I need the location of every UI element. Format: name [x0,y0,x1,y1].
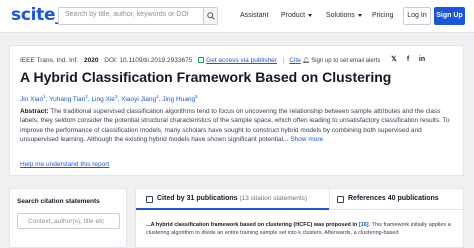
signup-button[interactable]: Sign Up [434,7,465,25]
tab-references[interactable]: References 40 publications [329,189,465,210]
twitter-icon[interactable]: 𝕏 [390,56,398,64]
show-more-link[interactable]: Show more [290,136,323,143]
citation-search-placeholder: Context, author(s), title etc [28,218,105,225]
nav-assistant[interactable]: Assistant [240,12,268,19]
nav-pricing[interactable]: Pricing [372,12,393,19]
bell-icon: 🔔︎ [302,58,310,64]
abstract-text: The traditional supervised classificatio… [20,108,450,143]
author-link[interactable]: Yuhang Tian2 [49,94,88,103]
publication-year: 2020 [83,57,99,64]
help-understand-link[interactable]: Help me understand this report [20,161,109,168]
top-navigation-bar: scite_ Search by title, author, keywords… [0,0,474,33]
references-icon [337,196,344,203]
author-link[interactable]: Jin Xiao1 [20,94,46,103]
citation-search-title: Search citation statements [17,198,100,205]
author-link[interactable]: Jing Huang5 [162,94,197,103]
search-icon [207,12,215,20]
unlock-icon [198,57,205,64]
author-list: Jin Xiao1, Yuhang Tian2, Ling Xie3, Xiao… [20,94,198,104]
citation-snippet: ...A hybrid classification framework bas… [146,222,451,236]
share-icons: 𝕏 f in [390,56,426,64]
paper-title: A Hybrid Classification Framework Based … [20,69,392,85]
chevron-down-icon [308,13,313,17]
abstract-label: Abstract: [20,108,49,115]
cited-by-icon [146,196,153,203]
journal-name[interactable]: IEEE Trans. Ind. Inf. [20,57,78,64]
citation-search-panel: Search citation statements Context, auth… [9,188,127,248]
publisher-access-link[interactable]: Get access via publisher [206,57,277,64]
author-link[interactable]: Ling Xie3 [91,94,117,103]
author-link[interactable]: Xiaoyi Jiang4 [121,94,159,103]
email-alerts[interactable]: 🔔︎ Sign up to set email alerts [302,57,380,64]
reference-marker[interactable]: [16] [359,222,369,228]
abstract: Abstract: The traditional supervised cla… [20,107,460,144]
cite-link[interactable]: Cite [289,57,301,64]
nav-solutions[interactable]: Solutions [326,12,362,19]
chevron-down-icon [357,13,362,17]
tab-cited-by[interactable]: Cited by 31 publications (13 citation st… [136,189,329,210]
linkedin-icon[interactable]: in [418,56,426,64]
facebook-icon[interactable]: f [404,56,412,64]
citation-search-input[interactable]: Context, author(s), title etc [17,213,120,229]
nav-product[interactable]: Product [281,12,313,19]
login-button[interactable]: Log In [403,7,431,25]
search-placeholder: Search by title, author, keywords or DOI [65,11,189,18]
paper-card: IEEE Trans. Ind. Inf. 2020 DOI: 10.1109/… [9,45,464,176]
paper-meta: IEEE Trans. Ind. Inf. 2020 DOI: 10.1109/… [20,57,301,64]
scite-logo[interactable]: scite_ [11,5,64,25]
search-button[interactable] [203,8,217,24]
citation-tabs: Cited by 31 publications (13 citation st… [135,188,465,248]
doi[interactable]: DOI: 10.1109/tii.2019.2933675 [104,57,192,64]
search-input[interactable]: Search by title, author, keywords or DOI [58,7,218,25]
